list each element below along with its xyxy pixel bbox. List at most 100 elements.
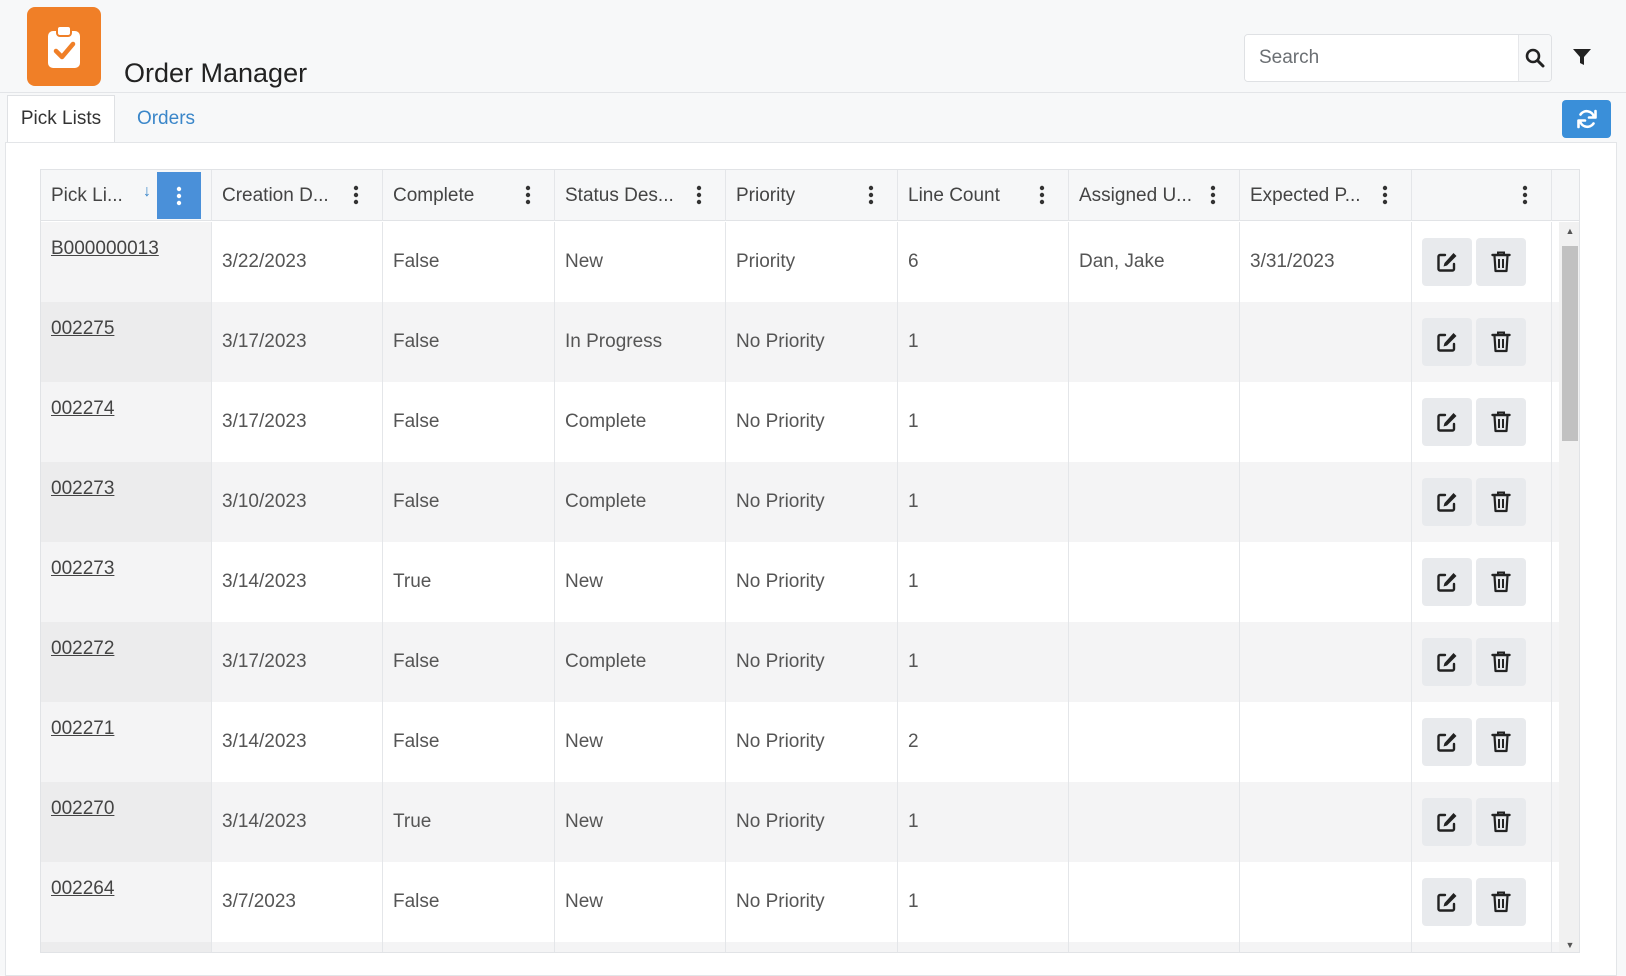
trash-icon <box>1491 491 1511 513</box>
pick-list-link[interactable]: 002274 <box>51 398 114 420</box>
column-menu-button[interactable] <box>1034 184 1050 206</box>
edit-icon <box>1437 333 1457 352</box>
pick-list-link[interactable]: 002264 <box>51 878 114 900</box>
column-menu-button[interactable] <box>157 172 201 219</box>
pick-list-link[interactable]: 002271 <box>51 718 114 740</box>
filter-button[interactable] <box>1565 40 1599 74</box>
delete-button[interactable] <box>1476 478 1526 526</box>
delete-button[interactable] <box>1476 558 1526 606</box>
cell-priority: No Priority <box>726 382 898 462</box>
delete-button[interactable] <box>1476 638 1526 686</box>
table-row <box>41 942 1559 952</box>
cell-creation-date: 3/17/2023 <box>212 302 383 382</box>
cell-status-description: Complete <box>555 382 726 462</box>
scrollbar-thumb[interactable] <box>1562 246 1578 441</box>
edit-button[interactable] <box>1422 318 1472 366</box>
table-row: 002272 3/17/2023 False Complete No Prior… <box>41 622 1559 702</box>
pick-list-link[interactable]: 002272 <box>51 638 114 660</box>
column-menu-button[interactable] <box>348 184 364 206</box>
pick-list-link[interactable]: 002270 <box>51 798 114 820</box>
scroll-up-arrow-icon[interactable]: ▲ <box>1559 224 1579 238</box>
more-vertical-icon <box>1039 185 1045 205</box>
more-vertical-icon <box>525 185 531 205</box>
edit-button[interactable] <box>1422 638 1472 686</box>
edit-button[interactable] <box>1422 558 1472 606</box>
column-menu-button[interactable] <box>1377 184 1393 206</box>
cell-assigned-user: Dan, Jake <box>1069 222 1240 302</box>
cell-assigned-user <box>1069 622 1240 702</box>
search-box <box>1244 34 1552 82</box>
vertical-scrollbar[interactable]: ▲ ▼ <box>1559 222 1579 952</box>
trash-icon <box>1491 411 1511 433</box>
cell-assigned-user <box>1069 462 1240 542</box>
delete-button[interactable] <box>1476 318 1526 366</box>
edit-icon <box>1437 893 1457 912</box>
search-button[interactable] <box>1518 35 1551 81</box>
cell-actions <box>1412 542 1552 622</box>
cell-pick-list: 002264 <box>41 862 212 942</box>
cell-actions <box>1412 862 1552 942</box>
cell-line-count: 1 <box>898 782 1069 862</box>
cell-priority: No Priority <box>726 302 898 382</box>
cell-expected <box>1240 462 1412 542</box>
column-menu-button[interactable] <box>691 184 707 206</box>
cell-line-count: 1 <box>898 622 1069 702</box>
cell-actions <box>1412 782 1552 862</box>
table-row: B000000013 3/22/2023 False New Priority … <box>41 222 1559 302</box>
column-header-actions[interactable] <box>1412 170 1552 221</box>
pick-list-link[interactable]: 002273 <box>51 558 114 580</box>
cell-actions <box>1412 942 1552 952</box>
cell-complete: False <box>383 382 555 462</box>
cell-complete: False <box>383 222 555 302</box>
cell-expected <box>1240 862 1412 942</box>
edit-button[interactable] <box>1422 718 1472 766</box>
delete-button[interactable] <box>1476 878 1526 926</box>
edit-button[interactable] <box>1422 798 1472 846</box>
edit-button[interactable] <box>1422 398 1472 446</box>
column-header-label: Expected P... <box>1250 184 1361 206</box>
cell-status-description: Complete <box>555 622 726 702</box>
trash-icon <box>1491 571 1511 593</box>
pick-list-link[interactable]: 002275 <box>51 318 114 340</box>
scroll-down-arrow-icon[interactable]: ▼ <box>1559 938 1579 952</box>
cell-status-description: New <box>555 782 726 862</box>
delete-button[interactable] <box>1476 398 1526 446</box>
pick-list-link[interactable]: 002273 <box>51 478 114 500</box>
edit-button[interactable] <box>1422 878 1472 926</box>
refresh-button[interactable] <box>1562 100 1611 138</box>
delete-button[interactable] <box>1476 238 1526 286</box>
cell-priority: No Priority <box>726 622 898 702</box>
column-header-creation-date[interactable]: Creation D... <box>212 170 383 221</box>
column-header-label: Pick Li... <box>51 184 123 206</box>
column-menu-button[interactable] <box>1517 184 1533 206</box>
table-row: 002264 3/7/2023 False New No Priority 1 <box>41 862 1559 942</box>
delete-button[interactable] <box>1476 798 1526 846</box>
cell-pick-list: 002272 <box>41 622 212 702</box>
column-header-pick-list[interactable]: Pick Li... ↓ <box>41 170 212 221</box>
tab-orders[interactable]: Orders <box>122 95 210 143</box>
cell-expected <box>1240 782 1412 862</box>
column-header-assigned-user[interactable]: Assigned U... <box>1069 170 1240 221</box>
delete-button[interactable] <box>1476 718 1526 766</box>
pick-lists-grid: Pick Li... ↓ Creation D... Complete Stat… <box>40 169 1580 953</box>
column-menu-button[interactable] <box>520 184 536 206</box>
column-header-priority[interactable]: Priority <box>726 170 898 221</box>
search-input[interactable] <box>1245 35 1518 81</box>
column-menu-button[interactable] <box>863 184 879 206</box>
column-header-complete[interactable]: Complete <box>383 170 555 221</box>
cell-pick-list: B000000013 <box>41 222 212 302</box>
cell-line-count: 2 <box>898 702 1069 782</box>
column-header-expected[interactable]: Expected P... <box>1240 170 1412 221</box>
column-menu-button[interactable] <box>1205 184 1221 206</box>
pick-list-link[interactable]: B000000013 <box>51 238 159 260</box>
cell-assigned-user <box>1069 862 1240 942</box>
edit-button[interactable] <box>1422 238 1472 286</box>
cell-creation-date: 3/17/2023 <box>212 382 383 462</box>
cell-assigned-user <box>1069 942 1240 952</box>
tab-pick-lists[interactable]: Pick Lists <box>7 95 115 143</box>
column-header-line-count[interactable]: Line Count <box>898 170 1069 221</box>
sort-descending-icon[interactable]: ↓ <box>143 183 151 201</box>
column-header-status-description[interactable]: Status Des... <box>555 170 726 221</box>
column-header-label: Assigned U... <box>1079 184 1192 206</box>
edit-button[interactable] <box>1422 478 1472 526</box>
